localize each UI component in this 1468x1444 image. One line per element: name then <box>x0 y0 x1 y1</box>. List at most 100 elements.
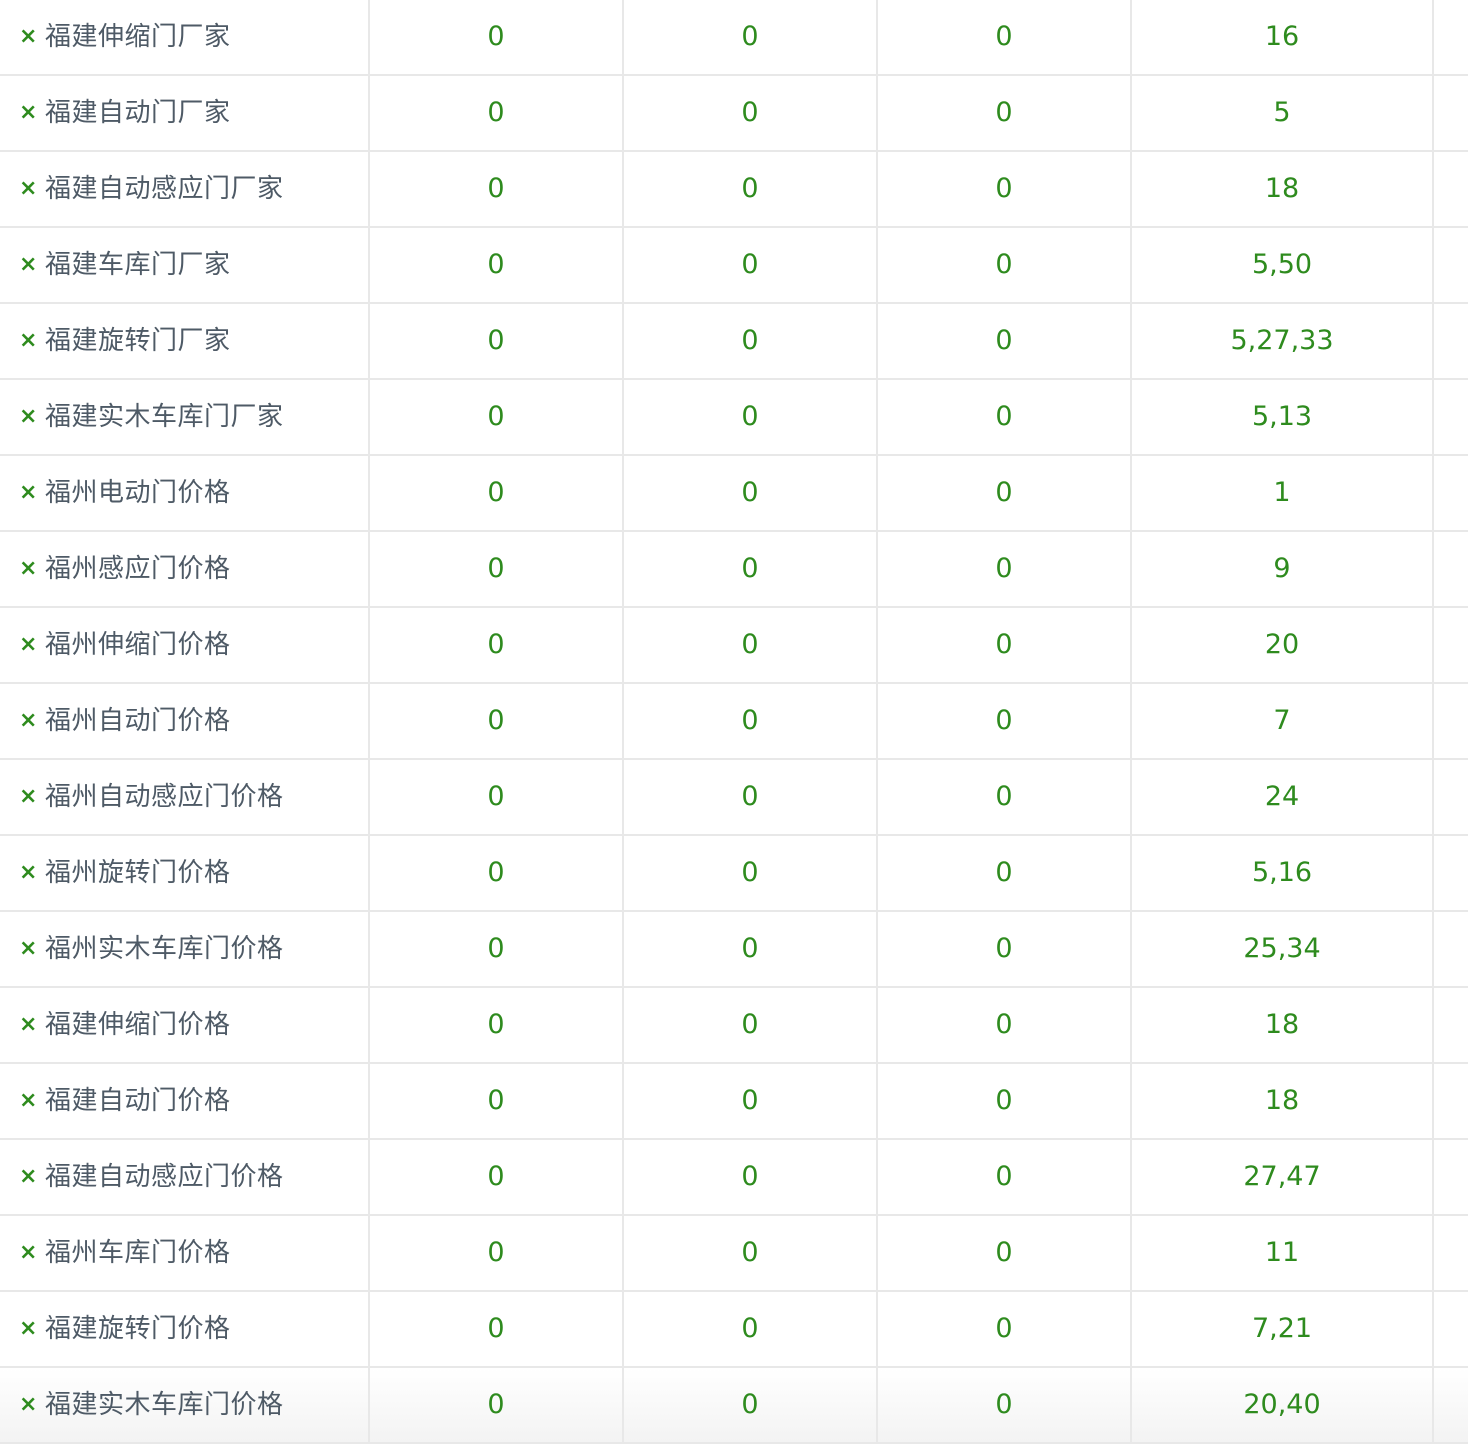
keyword-text: 福州电动门价格 <box>45 478 231 508</box>
value-cell-3: 0 <box>878 1368 1132 1442</box>
remove-keyword-icon[interactable]: × <box>19 988 37 1062</box>
rank-positions-cell: 5,16 <box>1132 836 1434 910</box>
remove-keyword-icon[interactable]: × <box>19 1216 37 1290</box>
value-cell-1: 0 <box>370 532 624 606</box>
value-cell-2: 0 <box>624 532 878 606</box>
value-cell-1: 0 <box>370 608 624 682</box>
trailing-cell <box>1434 304 1468 378</box>
keyword-text: 福建旋转门价格 <box>45 1314 231 1344</box>
rank-positions-cell: 11 <box>1132 1216 1434 1290</box>
value-cell-3: 0 <box>878 456 1132 530</box>
table-row: × 福州伸缩门价格 0 0 0 20 <box>0 608 1468 684</box>
keyword-text: 福建自动门价格 <box>45 1086 231 1116</box>
keyword-cell: × 福州旋转门价格 <box>0 836 370 910</box>
value-cell-2: 0 <box>624 912 878 986</box>
trailing-cell <box>1434 152 1468 226</box>
trailing-cell <box>1434 76 1468 150</box>
keyword-cell: × 福建旋转门厂家 <box>0 304 370 378</box>
remove-keyword-icon[interactable]: × <box>19 228 37 302</box>
table-row: × 福州自动门价格 0 0 0 7 <box>0 684 1468 760</box>
trailing-cell <box>1434 1368 1468 1442</box>
remove-keyword-icon[interactable]: × <box>19 1140 37 1214</box>
keyword-cell: × 福建自动门厂家 <box>0 76 370 150</box>
value-cell-2: 0 <box>624 152 878 226</box>
remove-keyword-icon[interactable]: × <box>19 1368 37 1442</box>
remove-keyword-icon[interactable]: × <box>19 532 37 606</box>
remove-keyword-icon[interactable]: × <box>19 912 37 986</box>
value-cell-1: 0 <box>370 228 624 302</box>
value-cell-2: 0 <box>624 988 878 1062</box>
keyword-cell: × 福州自动门价格 <box>0 684 370 758</box>
remove-keyword-icon[interactable]: × <box>19 1064 37 1138</box>
keyword-cell: × 福建实木车库门价格 <box>0 1368 370 1442</box>
keyword-text: 福建伸缩门价格 <box>45 1010 231 1040</box>
keyword-cell: × 福建旋转门价格 <box>0 1292 370 1366</box>
table-row: × 福建实木车库门价格 0 0 0 20,40 <box>0 1368 1468 1444</box>
remove-keyword-icon[interactable]: × <box>19 1292 37 1366</box>
keyword-cell: × 福州感应门价格 <box>0 532 370 606</box>
table-row: × 福建伸缩门厂家 0 0 0 16 <box>0 0 1468 76</box>
value-cell-1: 0 <box>370 836 624 910</box>
trailing-cell <box>1434 836 1468 910</box>
remove-keyword-icon[interactable]: × <box>19 0 37 74</box>
keyword-text: 福建自动感应门厂家 <box>45 174 284 204</box>
trailing-cell <box>1434 1292 1468 1366</box>
value-cell-2: 0 <box>624 304 878 378</box>
trailing-cell <box>1434 456 1468 530</box>
rank-positions-cell: 18 <box>1132 1064 1434 1138</box>
trailing-cell <box>1434 988 1468 1062</box>
table-row: × 福州电动门价格 0 0 0 1 <box>0 456 1468 532</box>
rank-positions-cell: 27,47 <box>1132 1140 1434 1214</box>
keyword-text: 福州实木车库门价格 <box>45 934 284 964</box>
rank-positions-cell: 5,13 <box>1132 380 1434 454</box>
table-row: × 福建伸缩门价格 0 0 0 18 <box>0 988 1468 1064</box>
value-cell-3: 0 <box>878 228 1132 302</box>
value-cell-1: 0 <box>370 1292 624 1366</box>
remove-keyword-icon[interactable]: × <box>19 76 37 150</box>
keyword-text: 福建车库门厂家 <box>45 250 231 280</box>
keyword-text: 福建实木车库门厂家 <box>45 402 284 432</box>
keyword-cell: × 福州电动门价格 <box>0 456 370 530</box>
remove-keyword-icon[interactable]: × <box>19 380 37 454</box>
remove-keyword-icon[interactable]: × <box>19 760 37 834</box>
rank-positions-cell: 18 <box>1132 988 1434 1062</box>
value-cell-2: 0 <box>624 1368 878 1442</box>
value-cell-3: 0 <box>878 608 1132 682</box>
value-cell-1: 0 <box>370 76 624 150</box>
rank-positions-cell: 9 <box>1132 532 1434 606</box>
value-cell-3: 0 <box>878 684 1132 758</box>
table-row: × 福建自动门价格 0 0 0 18 <box>0 1064 1468 1140</box>
value-cell-3: 0 <box>878 1292 1132 1366</box>
remove-keyword-icon[interactable]: × <box>19 608 37 682</box>
keyword-text: 福建实木车库门价格 <box>45 1390 284 1420</box>
rank-positions-cell: 25,34 <box>1132 912 1434 986</box>
keyword-text: 福州感应门价格 <box>45 554 231 584</box>
remove-keyword-icon[interactable]: × <box>19 152 37 226</box>
table-row: × 福建实木车库门厂家 0 0 0 5,13 <box>0 380 1468 456</box>
remove-keyword-icon[interactable]: × <box>19 684 37 758</box>
trailing-cell <box>1434 228 1468 302</box>
trailing-cell <box>1434 380 1468 454</box>
keyword-cell: × 福州伸缩门价格 <box>0 608 370 682</box>
value-cell-2: 0 <box>624 684 878 758</box>
rank-positions-cell: 7 <box>1132 684 1434 758</box>
value-cell-2: 0 <box>624 1140 878 1214</box>
keyword-cell: × 福建伸缩门厂家 <box>0 0 370 74</box>
remove-keyword-icon[interactable]: × <box>19 836 37 910</box>
trailing-cell <box>1434 532 1468 606</box>
keyword-cell: × 福建伸缩门价格 <box>0 988 370 1062</box>
keyword-text: 福州车库门价格 <box>45 1238 231 1268</box>
value-cell-2: 0 <box>624 1064 878 1138</box>
value-cell-2: 0 <box>624 1216 878 1290</box>
value-cell-2: 0 <box>624 608 878 682</box>
keyword-cell: × 福州实木车库门价格 <box>0 912 370 986</box>
value-cell-1: 0 <box>370 1140 624 1214</box>
keyword-text: 福建自动感应门价格 <box>45 1162 284 1192</box>
table-row: × 福建自动感应门价格 0 0 0 27,47 <box>0 1140 1468 1216</box>
keyword-cell: × 福州自动感应门价格 <box>0 760 370 834</box>
remove-keyword-icon[interactable]: × <box>19 304 37 378</box>
remove-keyword-icon[interactable]: × <box>19 456 37 530</box>
table-row: × 福建车库门厂家 0 0 0 5,50 <box>0 228 1468 304</box>
value-cell-3: 0 <box>878 532 1132 606</box>
trailing-cell <box>1434 1140 1468 1214</box>
